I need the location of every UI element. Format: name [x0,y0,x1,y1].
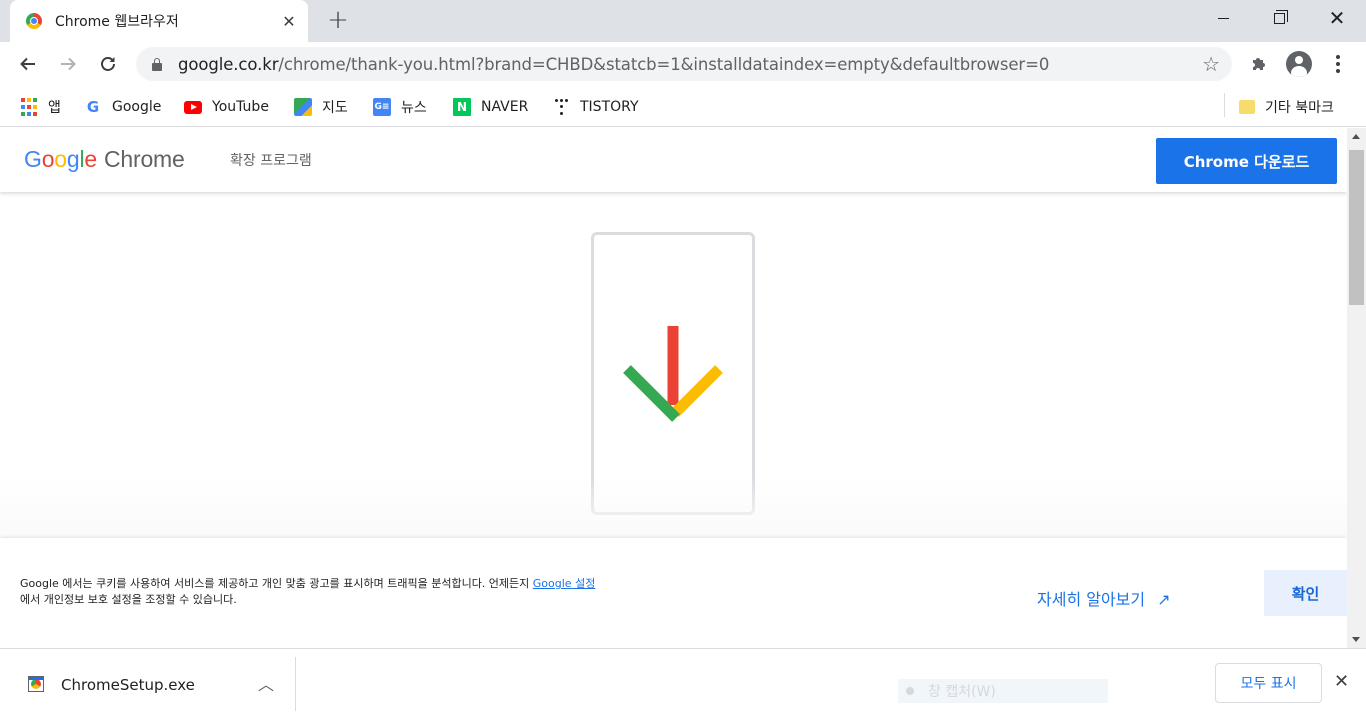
external-link-icon: ↗ [1157,590,1171,609]
google-wordmark: Google [24,146,97,172]
google-chrome-logo[interactable]: Google Chrome [24,146,185,173]
chrome-wordmark: Chrome [104,146,185,172]
google-logo-letter: e [84,146,97,172]
window-close-button[interactable]: ✕ [1308,0,1366,36]
bookmark-google[interactable]: G Google [84,95,162,119]
browser-toolbar: google.co.kr/chrome/thank-you.html?brand… [0,42,1366,87]
bookmarks-separator [1224,93,1225,117]
url-text[interactable]: google.co.kr/chrome/thank-you.html?brand… [178,55,1049,74]
download-chrome-button[interactable]: Chrome 다운로드 [1156,138,1337,184]
site-header: Google Chrome 확장 프로그램 Chrome 다운로드 [0,128,1347,192]
restore-icon [1273,9,1288,24]
news-icon: G≡ [373,98,391,116]
cookie-notice-text: Google 에서는 쿠키를 사용하여 서비스를 제공하고 개인 맞춤 광고를 … [20,576,720,608]
bookmark-label: TISTORY [580,99,639,115]
bookmark-tistory[interactable]: TISTORY [552,95,639,119]
bookmark-label: YouTube [212,99,269,115]
content-fade [0,478,1347,538]
forward-arrow-icon [61,57,76,71]
bookmark-label: 앱 [48,100,61,116]
close-shelf-icon[interactable]: ✕ [1334,671,1349,692]
tab-title: Chrome 웹브라우저 [55,14,179,30]
kebab-menu-icon [1336,55,1340,73]
apps-icon [20,98,38,116]
bookmark-label: Google [112,99,162,115]
chrome-favicon-icon [26,13,42,29]
bookmark-label: NAVER [481,99,529,115]
browser-tab[interactable]: Chrome 웹브라우저 ✕ [10,0,308,42]
phone-illustration [591,232,755,515]
extensions-link[interactable]: 확장 프로그램 [230,150,312,170]
learn-more-link[interactable]: 자세히 알아보기 ↗ [1037,586,1171,610]
google-logo-letter: o [41,146,55,172]
tistory-icon [552,98,570,116]
profile-button[interactable] [1285,50,1313,78]
folder-icon [1239,100,1255,114]
google-logo-letter: o [54,146,67,172]
bookmark-maps[interactable]: 지도 [294,95,348,119]
scroll-down-icon[interactable] [1352,637,1360,642]
google-icon: G [86,98,100,116]
cookie-banner: Google 에서는 쿠키를 사용하여 서비스를 제공하고 개인 맞춤 광고를 … [0,538,1347,648]
bookmark-naver[interactable]: N NAVER [453,95,528,119]
back-button[interactable] [12,48,44,80]
google-settings-link[interactable]: Google 설정 [533,577,596,590]
bookmarks-bar: 앱 G Google YouTube 지도 G≡ 뉴스 N NAVER TIST… [0,87,1366,127]
web-page: Google Chrome 확장 프로그램 Chrome 다운로드 Google … [0,128,1347,648]
window-capture-overlay: 창 캡처(W) [898,679,1108,703]
new-tab-button[interactable]: + [324,6,352,34]
profile-avatar-icon [1286,51,1312,77]
download-arrow-icon [623,326,723,422]
bookmark-label: 지도 [322,100,348,116]
cookie-text-part: 에서 개인정보 보호 설정을 조정할 수 있습니다. [20,593,237,606]
forward-button[interactable] [52,48,84,80]
tab-close-icon[interactable]: ✕ [280,12,298,31]
google-logo-letter: g [66,146,80,172]
download-shelf: ChromeSetup.exe ︿ 창 캡처(W) 모두 표시 ✕ [0,648,1366,718]
reload-button[interactable] [92,48,124,80]
reload-icon [101,57,115,71]
extensions-button[interactable] [1245,50,1273,78]
youtube-icon [184,100,202,114]
capture-label: 창 캡처(W) [928,684,996,700]
other-bookmarks-label: 기타 북마크 [1265,100,1334,116]
back-arrow-icon [20,57,35,71]
menu-button[interactable] [1324,50,1352,78]
bookmark-youtube[interactable]: YouTube [184,95,269,119]
chevron-up-icon[interactable]: ︿ [258,671,274,695]
bookmark-apps[interactable]: 앱 [20,95,61,119]
minimize-icon [1217,17,1229,19]
google-logo-letter: G [24,146,42,172]
lock-icon[interactable] [152,57,162,71]
installer-file-icon [28,676,44,692]
restore-button[interactable] [1250,0,1308,36]
other-bookmarks[interactable]: 기타 북마크 [1239,95,1334,119]
naver-icon: N [453,98,471,116]
cookie-ok-button[interactable]: 확인 [1264,570,1347,616]
download-file-name: ChromeSetup.exe [61,676,195,694]
download-item[interactable]: ChromeSetup.exe ︿ [0,657,296,711]
scroll-thumb[interactable] [1349,150,1364,305]
bookmark-label: 뉴스 [401,100,427,116]
url-path: /chrome/thank-you.html?brand=CHBD&statcb… [278,54,1050,74]
tab-strip: Chrome 웹브라우저 ✕ + ✕ [0,0,1366,42]
address-bar[interactable]: google.co.kr/chrome/thank-you.html?brand… [136,47,1232,81]
url-host: google.co.kr [178,54,279,74]
scroll-up-icon[interactable] [1352,134,1360,139]
minimize-button[interactable] [1194,0,1252,36]
bookmark-star-icon[interactable]: ☆ [1202,52,1220,76]
puzzle-icon [1253,58,1265,70]
page-scrollbar[interactable] [1347,128,1366,648]
learn-more-label: 자세히 알아보기 [1037,590,1146,609]
cookie-text-part: Google 에서는 쿠키를 사용하여 서비스를 제공하고 개인 맞춤 광고를 … [20,577,533,590]
capture-dot-icon [906,687,914,695]
show-all-button[interactable]: 모두 표시 [1215,663,1322,703]
maps-icon [294,98,312,116]
bookmark-news[interactable]: G≡ 뉴스 [373,95,427,119]
